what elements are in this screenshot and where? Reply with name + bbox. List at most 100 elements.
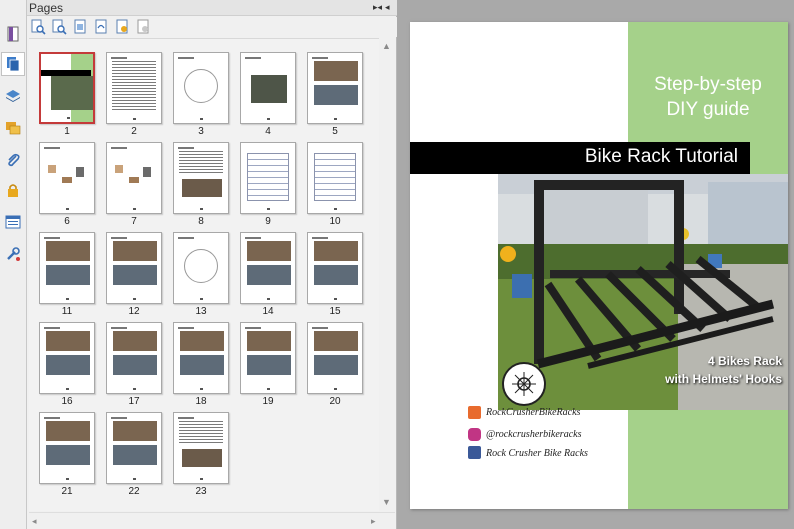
page-thumbnail[interactable] — [240, 52, 296, 124]
page-thumbnail[interactable] — [39, 142, 95, 214]
page-thumbnail[interactable] — [173, 52, 229, 124]
page-thumbnail[interactable] — [39, 322, 95, 394]
thumb-heading — [178, 57, 194, 59]
page-thumbnail[interactable] — [307, 142, 363, 214]
page-thumbnail[interactable] — [173, 412, 229, 484]
rotate-page-icon[interactable] — [93, 19, 109, 35]
thumbnails-vertical-scrollbar[interactable]: ▲ ▼ — [379, 38, 393, 511]
thumbnails-horizontal-scrollbar[interactable]: ◂ ▸ — [29, 512, 395, 529]
thumbnail-page-number: 10 — [329, 216, 341, 227]
thumb-heading — [111, 417, 127, 419]
page-thumbnail[interactable] — [39, 52, 95, 124]
panel-menu-icon[interactable]: ◂ — [385, 3, 390, 12]
thumb-photo — [182, 449, 222, 467]
page-thumbnail[interactable] — [307, 52, 363, 124]
scroll-up-arrow-icon[interactable]: ▲ — [382, 42, 391, 51]
page-thumbnail[interactable] — [173, 142, 229, 214]
thumbnail-page-number: 15 — [329, 306, 341, 317]
thumb-page-mark — [133, 208, 136, 210]
thumb-photo-top — [314, 241, 358, 261]
pages-toolbar — [27, 17, 397, 37]
thumb-heading — [245, 57, 261, 59]
thumb-diagram — [184, 249, 218, 283]
thumb-part-3 — [143, 167, 151, 177]
scroll-left-arrow-icon[interactable]: ◂ — [32, 517, 37, 526]
thumb-photo-top — [46, 421, 90, 441]
delete-page-icon[interactable] — [135, 19, 151, 35]
thumb-heading — [44, 417, 60, 419]
thumb-part-3 — [76, 167, 84, 177]
thumb-heading — [312, 237, 328, 239]
guide-line-1: Step-by-step — [654, 74, 762, 95]
thumb-table — [247, 153, 289, 201]
thumb-photo — [182, 179, 222, 197]
thumb-photo-top — [46, 241, 90, 261]
tools-wrench-icon[interactable] — [3, 244, 23, 264]
thumb-page-mark — [267, 208, 270, 210]
page-thumbnail[interactable] — [106, 322, 162, 394]
page-thumbnail[interactable] — [39, 232, 95, 304]
document-page: Step-by-step DIY guide Bike Rack Tutoria… — [410, 22, 788, 509]
thumb-photo-bottom — [46, 355, 90, 375]
thumb-photo-bottom — [247, 265, 291, 285]
thumb-photo-bottom — [113, 445, 157, 465]
collapse-panel-icon[interactable]: ▸◂ — [373, 3, 382, 12]
scroll-right-arrow-icon[interactable]: ▸ — [371, 517, 376, 526]
scroll-down-arrow-icon[interactable]: ▼ — [382, 498, 391, 507]
attachments-icon[interactable] — [3, 150, 23, 170]
page-thumbnail[interactable] — [240, 232, 296, 304]
thumb-heading — [245, 237, 261, 239]
extract-page-icon[interactable] — [114, 19, 130, 35]
thumb-page-mark — [200, 298, 203, 300]
panel-header: Pages ▸◂ ◂ — [27, 0, 397, 16]
thumbnail-page-number: 17 — [128, 396, 140, 407]
comments-icon[interactable] — [3, 118, 23, 138]
thumb-page-mark — [200, 388, 203, 390]
page-thumbnail[interactable] — [173, 232, 229, 304]
page-thumbnail[interactable] — [106, 52, 162, 124]
thumb-photo-top — [247, 241, 291, 261]
thumb-heading — [111, 57, 127, 59]
thumb-heading — [178, 237, 194, 239]
thumb-photo-top — [113, 331, 157, 351]
page-thumbnail[interactable] — [173, 322, 229, 394]
content-panel-icon[interactable] — [3, 212, 23, 232]
thumbnail-page-number: 2 — [131, 126, 137, 137]
thumb-part-1 — [48, 165, 56, 173]
panel-title: Pages — [29, 1, 64, 15]
pages-panel: Pages ▸◂ ◂ 1 2 3 4 5 6 7 8 9 10 11 12 13 14 15 16 17 18 19… — [27, 0, 397, 529]
email-icon — [468, 406, 481, 419]
page-thumbnail[interactable] — [106, 232, 162, 304]
thumb-page-mark — [334, 118, 337, 120]
zoom-in-thumbnails-icon[interactable] — [51, 19, 67, 35]
page-thumbnail[interactable] — [106, 412, 162, 484]
thumb-text-lines — [179, 151, 223, 173]
thumb-page-mark — [133, 478, 136, 480]
rock-crusher-logo — [502, 362, 546, 406]
bookmarks-icon[interactable] — [3, 24, 23, 44]
thumb-page-mark — [66, 208, 69, 210]
page-thumbnail[interactable] — [307, 322, 363, 394]
thumb-heading — [245, 327, 261, 329]
zoom-out-thumbnails-icon[interactable] — [30, 19, 46, 35]
thumb-page-mark — [200, 478, 203, 480]
layers-icon[interactable] — [3, 86, 23, 106]
security-lock-icon[interactable] — [3, 180, 23, 200]
page-thumbnail[interactable] — [106, 142, 162, 214]
thumb-page-mark — [200, 118, 203, 120]
app-window: Pages ▸◂ ◂ 1 2 3 4 5 6 7 8 9 10 11 12 13 14 15 16 17 18 19… — [0, 0, 794, 529]
facebook-contact: Rock Crusher Bike Racks — [486, 448, 588, 459]
page-thumbnail[interactable] — [240, 142, 296, 214]
email-contact: RockCrusherBikeRacks — [486, 407, 581, 418]
page-thumbnail[interactable] — [39, 412, 95, 484]
thumb-heading — [44, 237, 60, 239]
document-view[interactable]: Step-by-step DIY guide Bike Rack Tutoria… — [398, 0, 794, 529]
insert-page-icon[interactable] — [72, 19, 88, 35]
page-thumbnail[interactable] — [240, 322, 296, 394]
rack-feature-label: with Helmets' Hooks — [665, 372, 782, 386]
pages-icon[interactable] — [1, 52, 25, 76]
page-thumbnail[interactable] — [307, 232, 363, 304]
thumbnail-page-number: 11 — [61, 306, 73, 317]
thumb-page-mark — [133, 388, 136, 390]
thumb-cover-photo — [51, 76, 93, 110]
